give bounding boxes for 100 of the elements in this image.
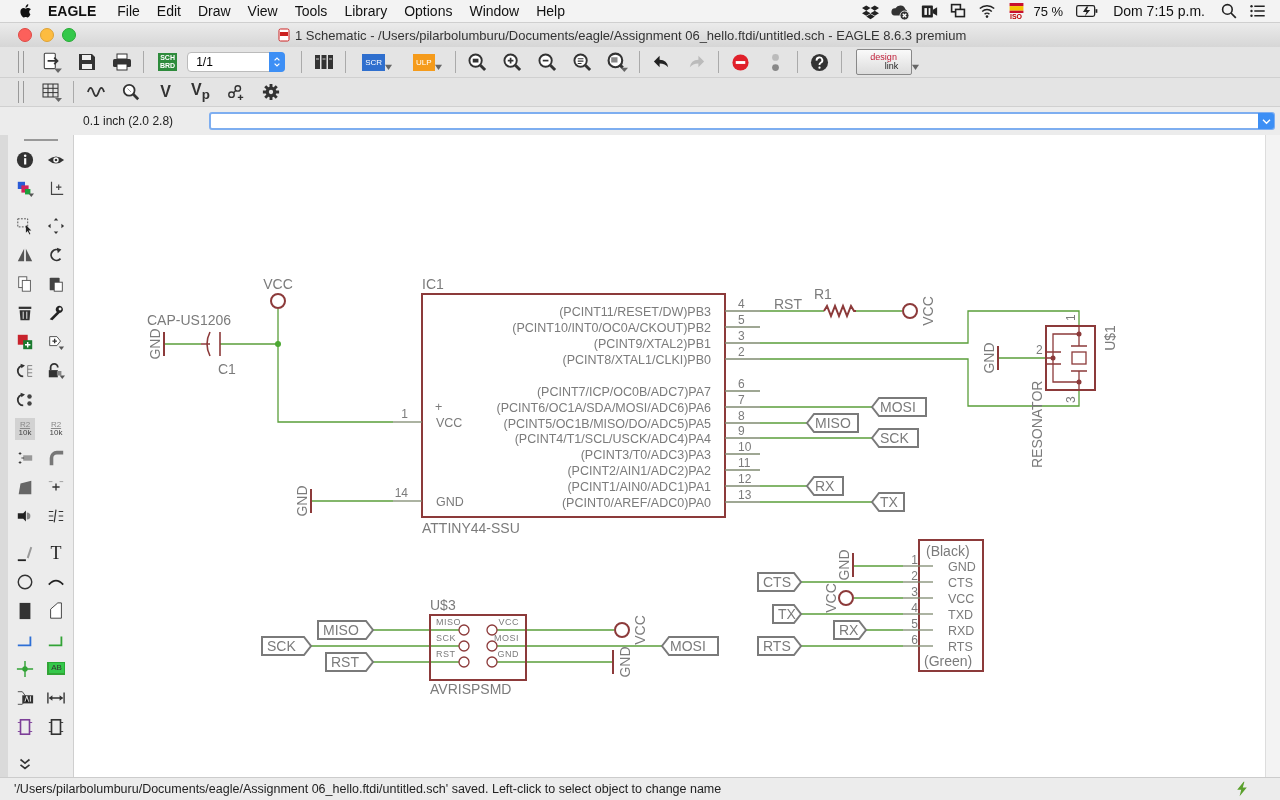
- part-value: AVRISPSMD: [430, 681, 512, 697]
- print-icon[interactable]: [111, 52, 132, 72]
- app-menu[interactable]: EAGLE: [48, 3, 97, 19]
- pin-name: RTS: [948, 640, 973, 654]
- value-tool[interactable]: V: [148, 83, 183, 101]
- menu-item[interactable]: File: [117, 3, 140, 19]
- frame-icon[interactable]: [16, 717, 34, 736]
- caret-icon[interactable]: [433, 63, 443, 71]
- close-button[interactable]: [18, 28, 32, 42]
- menu-item[interactable]: Library: [344, 3, 388, 19]
- wire: [852, 565, 904, 567]
- text-tool[interactable]: T: [48, 541, 64, 564]
- gate-swap-icon[interactable]: [16, 361, 34, 380]
- layers-icon[interactable]: [16, 179, 34, 198]
- stepper-icon[interactable]: [273, 56, 282, 68]
- design-link-button[interactable]: design link: [855, 49, 912, 75]
- pin-name: (PCINT2/AIN1/ADC2)PA2: [567, 464, 711, 478]
- wrench-icon[interactable]: [47, 303, 65, 322]
- menu-item[interactable]: Draw: [197, 3, 231, 19]
- move-icon[interactable]: [47, 216, 65, 235]
- menu-item[interactable]: Options: [404, 3, 453, 19]
- attribute-icon[interactable]: [16, 688, 34, 707]
- info-icon[interactable]: [16, 150, 34, 169]
- miter-icon[interactable]: [47, 448, 65, 467]
- pin-swap-icon[interactable]: [16, 390, 34, 409]
- pin-line: [902, 581, 934, 583]
- settings-icon[interactable]: [261, 83, 280, 101]
- menu-item[interactable]: View: [247, 3, 278, 19]
- wire: [853, 597, 904, 599]
- cloud-icon[interactable]: [890, 2, 909, 20]
- supply-label: GND: [836, 549, 852, 581]
- zoom-previous-icon[interactable]: [606, 51, 628, 73]
- command-field[interactable]: [209, 112, 1275, 130]
- save-icon[interactable]: [76, 52, 97, 72]
- supply-label: GND: [981, 342, 997, 374]
- clock[interactable]: Dom 7:15 p.m.: [1113, 3, 1205, 19]
- grid-icon[interactable]: [41, 82, 62, 102]
- menu-icon[interactable]: [1249, 3, 1266, 19]
- pin-number: 4: [738, 297, 745, 311]
- net-label: RX: [833, 620, 868, 640]
- menu-item[interactable]: Edit: [156, 3, 181, 19]
- caret-icon[interactable]: [910, 63, 920, 71]
- pin-name: (PCINT1/AIN0/ADC1)PA1: [567, 480, 711, 494]
- document-icon: [278, 28, 290, 42]
- name-tool[interactable]: R2 10k: [14, 417, 36, 440]
- library-icon[interactable]: [313, 52, 334, 72]
- pin-number: 6: [911, 633, 918, 647]
- vcc-symbol: [614, 622, 630, 638]
- junction-icon[interactable]: [16, 659, 34, 678]
- part-name: U$1: [1102, 325, 1118, 351]
- pin-name: RXD: [948, 624, 975, 638]
- zoom-fit-icon[interactable]: [467, 52, 487, 72]
- help-icon[interactable]: [809, 52, 829, 72]
- menu-item[interactable]: Tools: [294, 3, 328, 19]
- polygon-icon[interactable]: [47, 601, 65, 620]
- menu-item[interactable]: Help: [536, 3, 565, 19]
- pin-value-tool[interactable]: V$_{p}$: [183, 81, 218, 103]
- supply-label: GND: [147, 328, 163, 360]
- pin-name: CTS: [948, 576, 973, 590]
- supply-label: GND: [617, 646, 633, 678]
- group-select-icon[interactable]: [16, 216, 34, 235]
- scrollbar[interactable]: [1265, 135, 1280, 777]
- search-icon[interactable]: [1221, 3, 1237, 19]
- net-label: SCK: [870, 428, 919, 448]
- pin-line: [902, 565, 934, 567]
- net-name: RST: [774, 296, 802, 312]
- add-icon[interactable]: [16, 332, 34, 351]
- pin-number: 13: [738, 488, 752, 502]
- stop-icon[interactable]: [730, 52, 750, 72]
- menu-item[interactable]: Window: [469, 3, 520, 19]
- label-tool[interactable]: AB: [47, 662, 65, 675]
- frame-icon[interactable]: [47, 717, 65, 736]
- pin-line: [724, 453, 761, 455]
- pin-number: 5: [911, 617, 918, 631]
- dropdown-icon[interactable]: [1261, 117, 1271, 125]
- magnifier-icon[interactable]: [121, 83, 140, 101]
- copy-icon[interactable]: [16, 274, 34, 293]
- net-label: CTS: [757, 572, 803, 592]
- resistor-symbol: [823, 303, 857, 319]
- sheet-select[interactable]: 1/1: [187, 52, 286, 72]
- pin-line: [392, 421, 423, 423]
- apple-icon[interactable]: [18, 2, 34, 20]
- pin-line: [902, 629, 934, 631]
- battery-icon[interactable]: [1075, 2, 1100, 20]
- script-button[interactable]: SCR: [362, 53, 386, 71]
- zoom-select-icon[interactable]: [572, 52, 592, 72]
- part-value: RESONATOR: [1029, 380, 1045, 468]
- value-tool[interactable]: R2 10k: [45, 417, 67, 440]
- pin-number: 1: [1064, 314, 1078, 321]
- nodes-icon[interactable]: [226, 83, 245, 101]
- lock-icon[interactable]: [47, 361, 65, 380]
- circle-icon[interactable]: [16, 572, 34, 591]
- zoom-out-icon[interactable]: [537, 52, 557, 72]
- caret-icon[interactable]: [384, 63, 394, 71]
- screens-icon[interactable]: [949, 3, 966, 19]
- pin-pad: [486, 656, 498, 668]
- part-value: ATTINY44-SSU: [422, 520, 520, 536]
- zoom-in-icon[interactable]: [502, 52, 522, 72]
- wifi-icon[interactable]: [977, 3, 996, 19]
- coordinate-display: 0.1 inch (2.0 2.8): [82, 114, 175, 128]
